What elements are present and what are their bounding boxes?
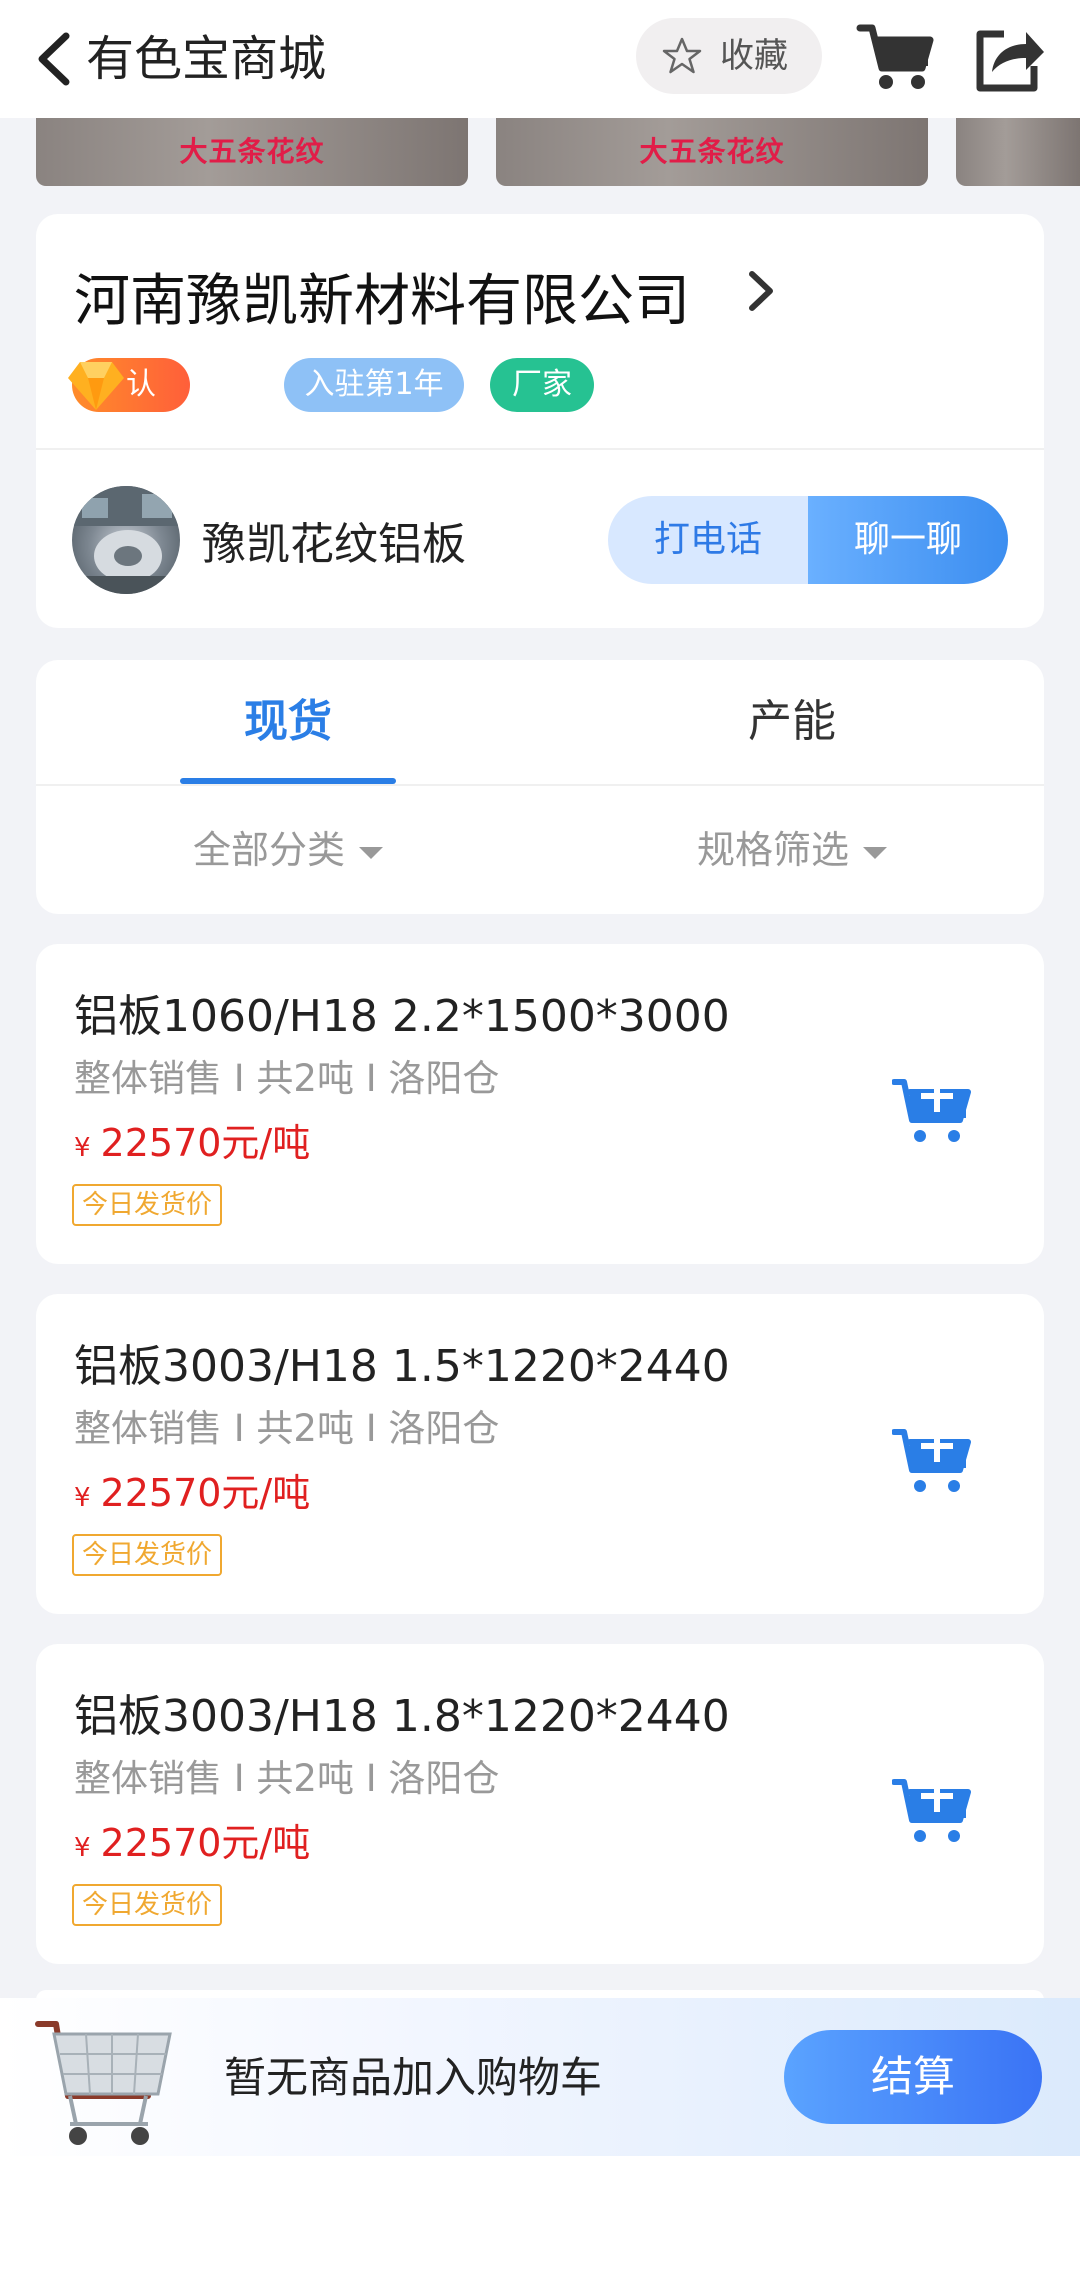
company-card: 河南豫凯新材料有限公司 认证 入驻第1年 厂家 豫凯花纹铝板 打电话 聊一聊 [36,214,1044,628]
chevron-right-icon[interactable] [736,264,786,318]
back-icon[interactable] [30,28,80,90]
company-name[interactable]: 河南豫凯新材料有限公司 [74,256,690,337]
price-value: 22570元/吨 [100,1821,311,1865]
product-meta: 整体销售 I 共2吨 I 洛阳仓 [74,1407,500,1450]
add-to-cart-icon[interactable] [892,1074,972,1146]
share-icon[interactable] [970,20,1046,96]
certified-badge: 认证 [68,358,190,456]
banner-thumbnail[interactable]: 大五条花纹 [36,118,468,186]
currency-symbol: ¥ [74,1833,91,1863]
cart-empty-message: 暂无商品加入购物车 [224,2053,603,2102]
contact-buttons: 打电话 聊一聊 [608,496,1008,584]
shop-name[interactable]: 豫凯花纹铝板 [202,508,466,572]
add-to-cart-icon[interactable] [892,1774,972,1846]
product-price: ¥22570元/吨 [74,1812,310,1867]
cart-icon[interactable] [856,20,936,96]
certified-label: 认证 [126,367,156,456]
product-name: 铝板3003/H18 1.5*1220*2440 [74,1341,730,1392]
add-to-cart-icon[interactable] [892,1424,972,1496]
top-bar: 有色宝商城 收藏 [0,0,1080,118]
spec-filter-label: 规格筛选 [696,828,849,872]
caret-down-icon [359,846,383,859]
divider [36,448,1044,450]
banner-thumbnail[interactable] [956,118,1080,186]
diamond-icon [68,362,124,410]
tab-spot-goods[interactable]: 现货 [36,660,540,784]
price-tag: 今日发货价 [72,1184,223,1226]
banner-thumbnail[interactable]: 大五条花纹 [496,118,928,186]
checkout-button[interactable]: 结算 [784,2030,1042,2124]
price-tag: 今日发货价 [72,1534,223,1576]
price-value: 22570元/吨 [100,1471,311,1515]
years-badge: 入驻第1年 [284,358,464,412]
tab-capacity[interactable]: 产能 [540,660,1044,784]
favorite-button[interactable]: 收藏 [636,18,822,94]
product-meta: 整体销售 I 共2吨 I 洛阳仓 [74,1757,500,1800]
page-title: 有色宝商城 [86,31,327,87]
product-name: 铝板1060/H18 2.2*1500*3000 [74,991,730,1042]
cart-bar: 暂无商品加入购物车 结算 [0,1998,1080,2156]
shop-avatar[interactable] [72,486,180,594]
product-name: 铝板3003/H18 1.8*1220*2440 [74,1691,730,1742]
product-card[interactable]: 铝板3003/H18 1.8*1220*2440 整体销售 I 共2吨 I 洛阳… [36,1644,1044,1964]
call-button[interactable]: 打电话 [608,496,808,584]
product-meta: 整体销售 I 共2吨 I 洛阳仓 [74,1057,500,1100]
currency-symbol: ¥ [74,1133,91,1163]
price-value: 22570元/吨 [100,1121,311,1165]
price-tag: 今日发货价 [72,1884,223,1926]
shopping-cart-icon[interactable] [30,2004,180,2154]
spec-filter[interactable]: 规格筛选 [540,786,1044,914]
bottom-safe-area [0,2156,1080,2286]
category-filter-label: 全部分类 [192,828,345,872]
product-card[interactable]: 铝板3003/H18 1.5*1220*2440 整体销售 I 共2吨 I 洛阳… [36,1294,1044,1614]
product-price: ¥22570元/吨 [74,1112,310,1167]
favorite-label: 收藏 [720,36,788,76]
caret-down-icon [863,846,887,859]
tabs-card: 现货 产能 全部分类 规格筛选 [36,660,1044,914]
category-filter[interactable]: 全部分类 [36,786,540,914]
avatar-image [72,486,180,594]
banner-caption: 大五条花纹 [179,135,325,168]
chat-button[interactable]: 聊一聊 [808,496,1008,584]
banner-caption: 大五条花纹 [639,135,785,168]
manufacturer-badge: 厂家 [490,358,594,412]
product-price: ¥22570元/吨 [74,1462,310,1517]
product-card[interactable]: 铝板1060/H18 2.2*1500*3000 整体销售 I 共2吨 I 洛阳… [36,944,1044,1264]
currency-symbol: ¥ [74,1483,91,1513]
star-icon [662,37,702,74]
